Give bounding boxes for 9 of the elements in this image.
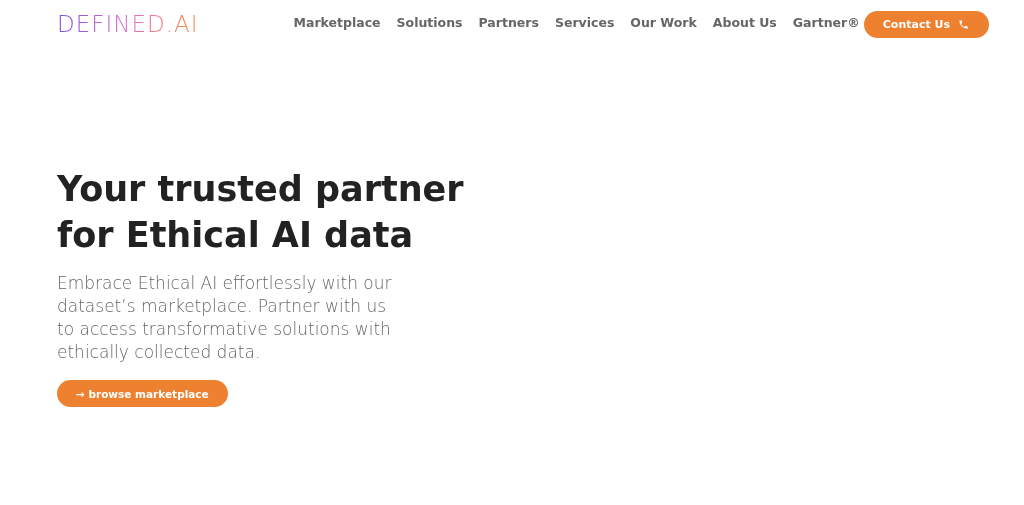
nav-link[interactable]: About Us	[712, 14, 777, 30]
nav-link[interactable]: Partners	[478, 14, 539, 30]
hero-text: Embrace Ethical AI effortlessly with our dataset’s marketplace. Partner with us to access transformative solutions with ethically collected data.	[57, 272, 393, 364]
hero-title: Your trusted partner for Ethical AI data	[57, 168, 465, 257]
nav-link[interactable]: Services	[554, 14, 615, 30]
nav-link[interactable]: Gartner®	[792, 14, 860, 30]
nav-link[interactable]: Solutions	[396, 14, 463, 30]
nav-link[interactable]: Marketplace	[293, 14, 381, 30]
nav-link[interactable]: Our Work	[630, 14, 697, 30]
